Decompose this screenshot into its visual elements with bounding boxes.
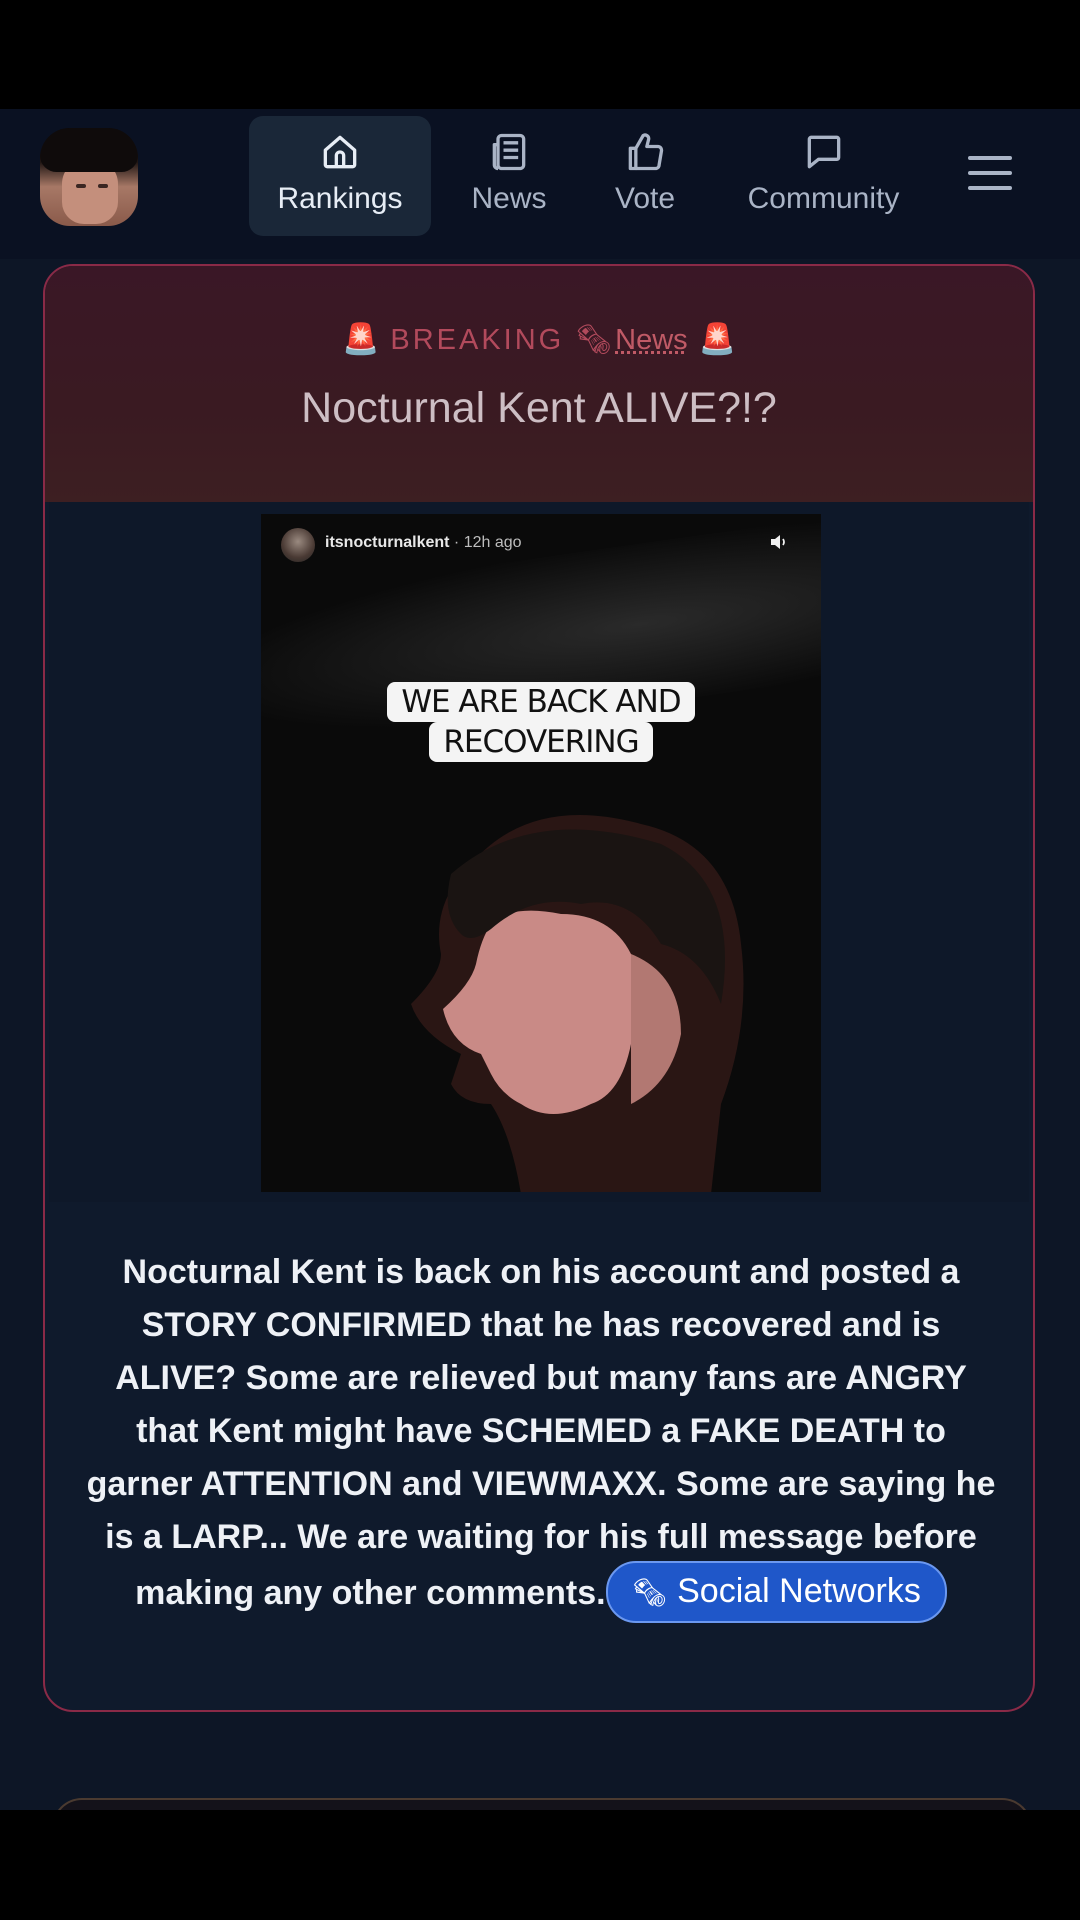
- story-user-avatar: [281, 528, 315, 562]
- nav-community-label: Community: [747, 182, 900, 215]
- story-screenshot: itsnocturnalkent · 12h ago WE ARE BACK A…: [261, 514, 821, 1192]
- news-card: 🚨 BREAKING 🗞News 🚨 Nocturnal Kent ALIVE?…: [43, 264, 1035, 1712]
- story-time: · 12h ago: [449, 534, 522, 551]
- speaker-icon: [771, 535, 785, 549]
- nav-rankings-label: Rankings: [277, 182, 403, 215]
- avatar-hair: [40, 128, 138, 172]
- newspaper-icon: 🗞: [631, 1577, 668, 1608]
- story-caption: WE ARE BACK AND RECOVERING: [371, 682, 711, 762]
- home-icon: [323, 135, 357, 169]
- site-logo-avatar[interactable]: [40, 128, 138, 226]
- newspaper-icon: 🗞: [575, 324, 616, 356]
- avatar-eye: [76, 184, 86, 188]
- hamburger-menu-icon[interactable]: [968, 156, 1012, 192]
- nav-news[interactable]: News: [459, 116, 559, 236]
- nav-community[interactable]: Community: [736, 116, 911, 236]
- avatar-eye: [98, 184, 108, 188]
- social-networks-tag[interactable]: 🗞 Social Networks: [605, 1561, 947, 1623]
- breaking-label: BREAKING: [390, 324, 565, 356]
- bottom-bar-area: [0, 1810, 1080, 1920]
- article-body-text: Nocturnal Kent is back on his account an…: [86, 1253, 996, 1612]
- thumbs-up-icon: [628, 133, 664, 171]
- nav-news-label: News: [471, 182, 547, 215]
- breaking-banner: 🚨 BREAKING 🗞News 🚨: [45, 322, 1033, 357]
- status-bar-area: [0, 0, 1080, 109]
- newspaper-icon: [492, 133, 526, 171]
- nav-vote-label: Vote: [614, 182, 676, 215]
- nav-vote[interactable]: Vote: [600, 116, 690, 236]
- story-caption-text: WE ARE BACK AND RECOVERING: [387, 682, 695, 762]
- story-user-line: itsnocturnalkent · 12h ago: [325, 534, 522, 552]
- nav-rankings[interactable]: Rankings: [249, 116, 431, 236]
- person-profile-photo: [411, 815, 744, 1192]
- story-username: itsnocturnalkent: [325, 534, 450, 551]
- chat-bubble-icon: [807, 135, 840, 169]
- article-headline: Nocturnal Kent ALIVE?!?: [301, 384, 777, 432]
- news-category-link[interactable]: News: [615, 324, 688, 356]
- siren-icon: 🚨: [698, 323, 737, 356]
- article-body: Nocturnal Kent is back on his account an…: [85, 1246, 997, 1626]
- siren-icon: 🚨: [341, 323, 380, 356]
- tag-label: Social Networks: [677, 1572, 921, 1610]
